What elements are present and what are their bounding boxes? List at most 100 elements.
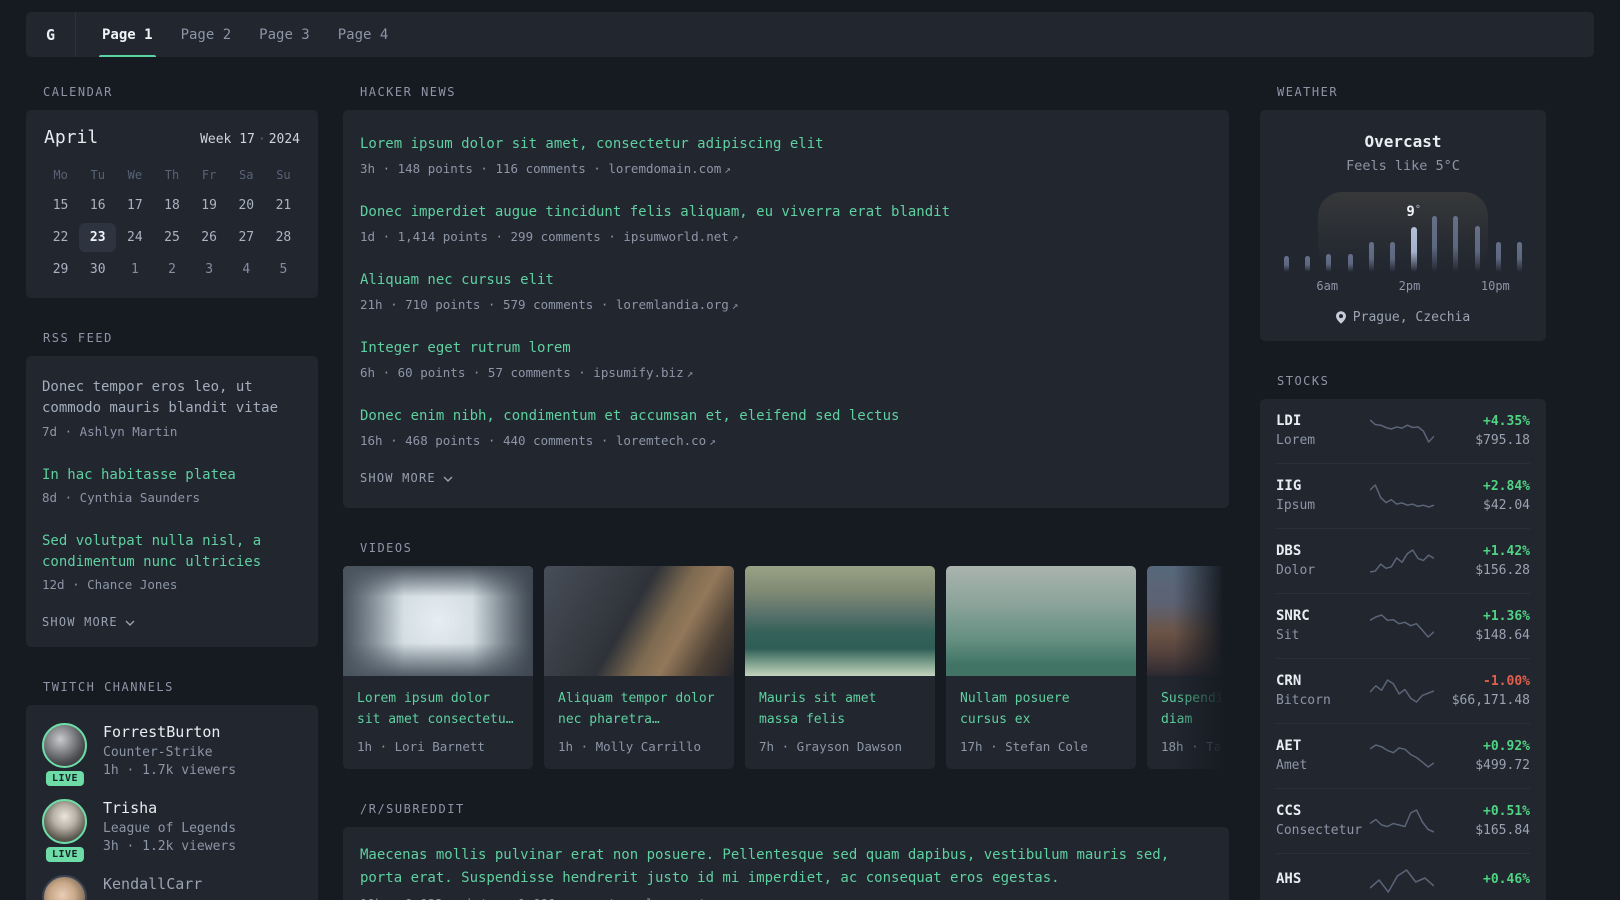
hn-item-domain-link[interactable]: loremdomain.com ↗ <box>608 161 731 176</box>
avatar <box>42 799 87 845</box>
stock-sparkline <box>1370 613 1434 638</box>
stock-name: Bitcorn <box>1276 693 1331 708</box>
reddit-post-meta: 19h · 9,932 points · 1,090 comments · lo… <box>360 896 1212 900</box>
external-link-icon: ↗ <box>724 163 731 176</box>
stock-row[interactable]: LDI Lorem +4.35% $795.18 <box>1276 399 1530 463</box>
calendar-dow: Fr <box>201 168 217 182</box>
tab-page-2[interactable]: Page 2 <box>167 12 246 57</box>
external-link-icon: ↗ <box>686 367 694 380</box>
tab-page-4[interactable]: Page 4 <box>324 12 403 57</box>
rss-item-link[interactable]: Sed volutpat nulla nisl, a condimentum n… <box>42 531 302 574</box>
twitch-channel-name[interactable]: ForrestBurton <box>103 723 236 741</box>
rss-item-link[interactable]: In hac habitasse platea <box>42 465 302 486</box>
time-axis-label <box>1461 279 1481 294</box>
stock-sparkline <box>1370 869 1434 893</box>
stock-name: Dolor <box>1276 563 1316 578</box>
stock-ticker: AHS <box>1276 871 1302 887</box>
stock-row[interactable]: AHS +0.46% <box>1276 853 1530 900</box>
video-title-link[interactable]: Mauris sit amet massa felis <box>759 689 921 731</box>
reddit-post-link[interactable]: Maecenas mollis pulvinar erat non posuer… <box>360 844 1212 890</box>
stock-price: $165.84 <box>1475 822 1530 838</box>
hacker-news-section-title: HACKER NEWS <box>360 85 456 99</box>
stock-price: $148.64 <box>1475 627 1530 643</box>
time-axis-label <box>1296 279 1316 294</box>
weather-location-label: Prague, Czechia <box>1352 310 1471 325</box>
calendar-day: 30 <box>89 262 106 277</box>
hn-item-link[interactable]: Lorem ipsum dolor sit amet, consectetur … <box>360 134 1212 155</box>
twitch-channel-name[interactable]: Trisha <box>103 799 236 817</box>
video-thumbnail[interactable] <box>745 566 935 676</box>
calendar-day: 18 <box>164 198 180 213</box>
temperature-bar <box>1305 256 1311 272</box>
hn-item-domain-link[interactable]: loremtech.co ↗ <box>616 433 716 448</box>
rss-item: Donec tempor eros leo, ut commodo mauris… <box>42 364 302 452</box>
rss-item-meta: 12d · Chance Jones <box>42 577 178 593</box>
video-title-link[interactable]: Aliquam tempor dolor nec pharetra… <box>558 689 720 731</box>
video-card[interactable]: Lorem ipsum dolor sit amet consectetu… 1… <box>343 566 533 769</box>
rss-item-link[interactable]: Donec tempor eros leo, ut commodo mauris… <box>42 377 302 420</box>
twitch-channel-row[interactable]: LIVE ForrestBurton Counter-Strike 1h · 1… <box>42 723 302 787</box>
twitch-channel-name[interactable]: KendallCarr <box>103 875 202 893</box>
video-meta: 1h · Lori Barnett <box>357 738 485 754</box>
calendar-widget: CALENDAR April Week 17 · 2024 Mo Tu We Th … <box>26 85 318 298</box>
calendar-dow: Tu <box>90 168 105 182</box>
video-card[interactable]: Suspendisse diam 18h · Tara <box>1147 566 1229 769</box>
stock-row[interactable]: AET Amet +0.92% $499.72 <box>1276 723 1530 788</box>
hn-item-link[interactable]: Integer eget rutrum lorem <box>360 338 1212 359</box>
twitch-channel-row[interactable]: LIVE Trisha League of Legends 3h · 1.2k … <box>42 799 302 863</box>
reddit-post-domain-link[interactable]: loremnet.xyz↗ <box>646 896 746 900</box>
twitch-channel-row[interactable]: KendallCarr <box>42 875 302 900</box>
hn-show-more-button[interactable]: SHOW MORE <box>360 461 1212 497</box>
temperature-bar-slot <box>1361 210 1382 272</box>
calendar-day: 25 <box>164 230 180 245</box>
temperature-bar <box>1347 254 1353 272</box>
temperature-bar <box>1326 254 1332 272</box>
stock-row[interactable]: SNRC Sit +1.36% $148.64 <box>1276 593 1530 658</box>
time-axis-label <box>1510 279 1530 294</box>
tab-page-1[interactable]: Page 1 <box>88 12 167 57</box>
hn-item-domain-link[interactable]: ipsumworld.net ↗ <box>623 229 738 244</box>
video-title-link[interactable]: Nullam posuere cursus ex <box>960 689 1122 731</box>
video-thumbnail[interactable] <box>946 566 1136 676</box>
top-navigation-bar: G Page 1 Page 2 Page 3 Page 4 <box>26 12 1594 57</box>
video-card[interactable]: Aliquam tempor dolor nec pharetra… 1h · … <box>544 566 734 769</box>
hn-item-domain-link[interactable]: loremlandia.org ↗ <box>616 297 739 312</box>
video-title-link[interactable]: Suspendisse diam <box>1161 689 1229 731</box>
hn-item-domain-link[interactable]: ipsumify.biz ↗ <box>593 365 693 380</box>
video-meta: 18h · Tara <box>1161 738 1229 754</box>
video-card[interactable]: Mauris sit amet massa felis 7h · Grayson… <box>745 566 935 769</box>
hn-item-link[interactable]: Donec imperdiet augue tincidunt felis al… <box>360 202 1212 223</box>
temperature-bar-slot <box>1424 210 1445 272</box>
temperature-bar-slot: 9° <box>1403 204 1424 272</box>
twitch-channel-meta: 1h · 1.7k viewers <box>103 763 237 779</box>
hn-item-link[interactable]: Aliquam nec cursus elit <box>360 270 1212 291</box>
calendar-day: 29 <box>52 262 69 277</box>
video-thumbnail[interactable] <box>1147 566 1229 676</box>
calendar-year: 2024 <box>268 132 300 147</box>
calendar-day: 15 <box>52 198 69 213</box>
video-thumbnail[interactable] <box>544 566 734 676</box>
video-meta: 7h · Grayson Dawson <box>759 738 902 754</box>
temperature-bar-slot <box>1340 210 1361 272</box>
calendar-dow: Sa <box>239 168 254 182</box>
app-logo[interactable]: G <box>26 12 76 57</box>
stock-row[interactable]: DBS Dolor +1.42% $156.28 <box>1276 528 1530 593</box>
stock-row[interactable]: IIG Ipsum +2.84% $42.04 <box>1276 463 1530 528</box>
temperature-bar <box>1368 242 1374 272</box>
rss-section-title: RSS FEED <box>43 331 113 345</box>
avatar <box>42 723 87 769</box>
tab-page-3[interactable]: Page 3 <box>245 12 324 57</box>
stock-row[interactable]: CCS Consectetur +0.51% $165.84 <box>1276 788 1530 853</box>
video-title-link[interactable]: Lorem ipsum dolor sit amet consectetu… <box>357 689 519 731</box>
stock-row[interactable]: CRN Bitcorn -1.00% $66,171.48 <box>1276 658 1530 723</box>
calendar-day: 26 <box>201 230 217 245</box>
video-thumbnail[interactable] <box>343 566 533 676</box>
external-link-icon: ↗ <box>731 299 739 312</box>
temperature-bar <box>1516 242 1522 272</box>
temperature-bar-slot <box>1318 210 1339 272</box>
hn-item-link[interactable]: Donec enim nibh, condimentum et accumsan… <box>360 406 1212 427</box>
rss-show-more-button[interactable]: SHOW MORE <box>42 605 302 641</box>
time-axis-label: 2pm <box>1398 279 1421 293</box>
stock-change: +2.84% <box>1483 478 1530 494</box>
video-card[interactable]: Nullam posuere cursus ex 17h · Stefan Co… <box>946 566 1136 769</box>
